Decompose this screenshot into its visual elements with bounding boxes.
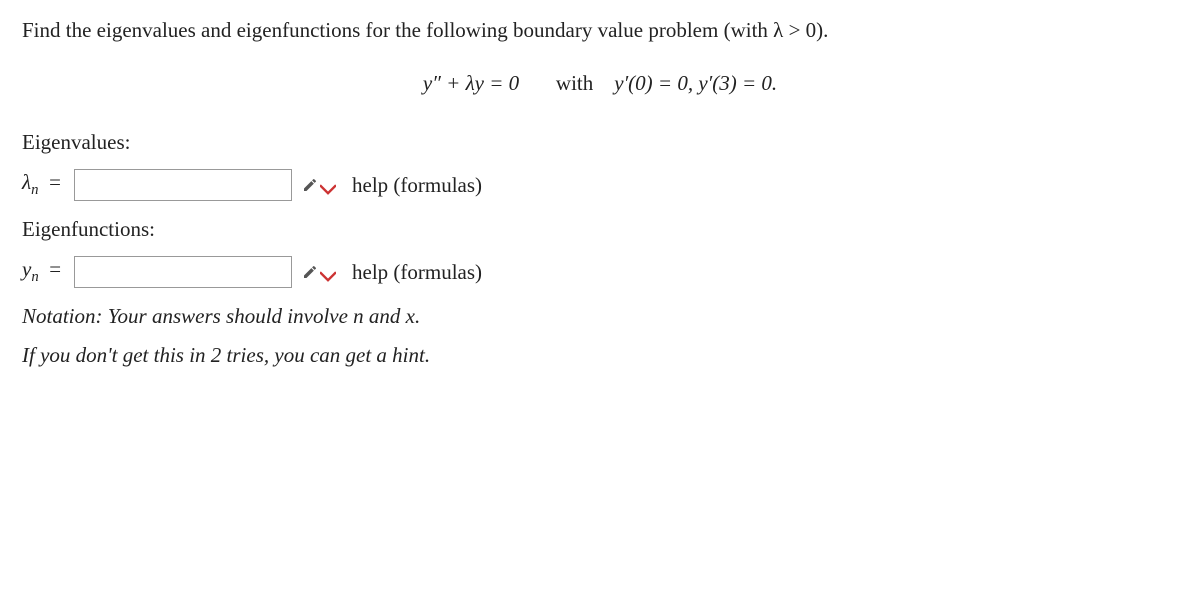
y-equals: = <box>48 257 62 281</box>
lambda-subscript: n <box>31 183 38 199</box>
eigenfunctions-input[interactable] <box>74 256 292 288</box>
eigenvalues-heading: Eigenvalues: <box>22 130 1178 155</box>
eigenfunctions-input-row: yn = help (formulas) <box>22 256 1178 288</box>
equation-line: y″ + λy = 0 with y′(0) = 0, y′(3) = 0. <box>22 71 1178 96</box>
pencil-dropdown-icon[interactable] <box>302 172 336 198</box>
lambda-n-label: λn = <box>22 170 72 199</box>
lambda-symbol: λ <box>22 170 31 194</box>
help-formulas-link-eigenvalues[interactable]: help (formulas) <box>352 173 482 198</box>
notation-label: Notation: <box>22 304 103 328</box>
boundary-conditions: y′(0) = 0, y′(3) = 0. <box>614 71 777 95</box>
help-formulas-link-eigenfunctions[interactable]: help (formulas) <box>352 260 482 285</box>
problem-statement: Find the eigenvalues and eigenfunctions … <box>22 18 1178 43</box>
y-n-label: yn = <box>22 257 72 286</box>
notation-note: Notation: Your answers should involve n … <box>22 304 1178 329</box>
with-word: with <box>556 71 593 95</box>
lambda-equals: = <box>48 170 62 194</box>
problem-text: Find the eigenvalues and eigenfunctions … <box>22 18 828 42</box>
eigenvalues-input-row: λn = help (formulas) <box>22 169 1178 201</box>
eigenfunctions-heading: Eigenfunctions: <box>22 217 1178 242</box>
pencil-dropdown-icon-2[interactable] <box>302 259 336 285</box>
eigenvalues-input[interactable] <box>74 169 292 201</box>
y-symbol: y <box>22 257 31 281</box>
y-subscript: n <box>31 270 38 286</box>
ode-equation: y″ + λy = 0 <box>423 71 519 95</box>
notation-text: Your answers should involve n and x. <box>103 304 421 328</box>
hint-note: If you don't get this in 2 tries, you ca… <box>22 343 1178 368</box>
